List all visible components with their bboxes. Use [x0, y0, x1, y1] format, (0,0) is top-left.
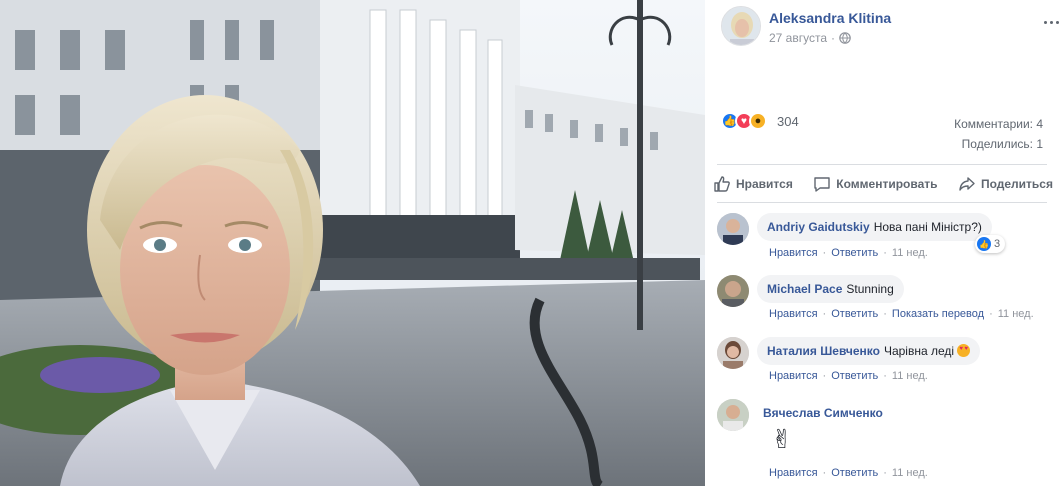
divider — [717, 164, 1047, 165]
commenter-avatar[interactable] — [717, 337, 749, 369]
commenter-name[interactable]: Michael Pace — [767, 282, 842, 296]
commenter-name[interactable]: Вячеслав Симченко — [763, 406, 883, 420]
comment-reply-link[interactable]: Ответить — [831, 247, 878, 259]
globe-icon[interactable] — [839, 32, 851, 44]
author-avatar[interactable] — [721, 6, 761, 46]
comment-time[interactable]: 11 нед. — [998, 308, 1034, 320]
author-name[interactable]: Aleksandra Klitina — [769, 10, 891, 26]
comment-bubble: Andriy Gaidutskiy Нова пані Міністр?) — [757, 213, 992, 241]
thumbs-up-icon — [714, 176, 730, 192]
comment-text: Нова пані Міністр?) — [873, 220, 982, 234]
share-button-label: Поделиться — [980, 177, 1053, 191]
comment-reactions[interactable]: 👍 3 — [975, 235, 1006, 253]
comment-actions: Нравится · Ответить · 11 нед. — [769, 467, 928, 479]
post-header: Aleksandra Klitina 27 августа · — [721, 6, 1059, 48]
post-meta: 27 августа · — [769, 31, 851, 45]
comment-time[interactable]: 11 нед. — [892, 467, 928, 479]
commenter-avatar[interactable] — [717, 213, 749, 245]
like-button[interactable]: Нравится — [713, 172, 793, 196]
wow-reaction-icon: ● — [749, 112, 767, 130]
comment-reaction-count: 3 — [994, 238, 1001, 250]
heart-eyes-emoji-icon — [957, 344, 971, 357]
comment-time[interactable]: 11 нед. — [892, 247, 928, 259]
like-button-label: Нравится — [736, 177, 793, 191]
commenter-avatar[interactable] — [717, 275, 749, 307]
post-date[interactable]: 27 августа — [769, 31, 827, 45]
commenter-name[interactable]: Andriy Gaidutskiy — [767, 220, 870, 234]
comment-actions: Нравится · Ответить · Показать перевод · 11… — [769, 308, 1034, 320]
comment-like-link[interactable]: Нравится — [769, 247, 818, 259]
victory-hand-emoji: ✌ — [771, 424, 793, 454]
divider — [717, 202, 1047, 203]
commenter-avatar[interactable] — [717, 399, 749, 431]
commenter-name[interactable]: Наталия Шевченко — [767, 344, 880, 358]
reaction-count[interactable]: 304 — [777, 114, 799, 129]
comment-reply-link[interactable]: Ответить — [831, 467, 878, 479]
photo-scene — [0, 0, 705, 486]
share-icon — [959, 177, 975, 191]
comment-reply-link[interactable]: Ответить — [831, 370, 878, 382]
comment-bubble: Наталия Шевченко Чарівна леді — [757, 337, 981, 365]
comment-like-link[interactable]: Нравится — [769, 370, 818, 382]
post-photo[interactable] — [0, 0, 705, 486]
comment-icon — [814, 177, 830, 192]
comment-like-link[interactable]: Нравится — [769, 467, 818, 479]
comment-actions: Нравится · Ответить · 11 нед. — [769, 370, 928, 382]
more-horizontal-icon[interactable] — [1039, 14, 1059, 30]
reactions-summary: 👍 ♥ ● 304 Комментарии: 4 Поделились: 1 — [721, 112, 1051, 151]
comment-time[interactable]: 11 нед. — [892, 370, 928, 382]
engagement-counts: Комментарии: 4 Поделились: 1 — [954, 114, 1043, 154]
like-reaction-icon: 👍 — [977, 237, 991, 251]
comment-bubble: Michael Pace Stunning — [757, 275, 904, 303]
comment-reply-link[interactable]: Ответить — [831, 308, 878, 320]
comment-button[interactable]: Комментировать — [813, 172, 938, 196]
show-translation-link[interactable]: Показать перевод — [892, 308, 984, 320]
comment-like-link[interactable]: Нравится — [769, 308, 818, 320]
share-button[interactable]: Поделиться — [958, 172, 1053, 196]
comment-button-label: Комментировать — [836, 177, 938, 191]
comment-text: Stunning — [846, 282, 894, 296]
reaction-icons[interactable]: 👍 ♥ ● — [721, 112, 767, 130]
post-side-panel: Aleksandra Klitina 27 августа · 👍 ♥ ● 30… — [705, 0, 1059, 486]
comment-actions: Нравится · Ответить · 11 нед. — [769, 247, 928, 259]
comment-text: Чарівна леді — [883, 344, 955, 358]
meta-separator: · — [831, 31, 836, 45]
comments-count[interactable]: Комментарии: 4 — [954, 114, 1043, 134]
post-actions: Нравится Комментировать Поделиться — [713, 172, 1053, 196]
comment-bubble: Вячеслав Симченко — [757, 399, 897, 427]
shares-count[interactable]: Поделились: 1 — [954, 134, 1043, 154]
